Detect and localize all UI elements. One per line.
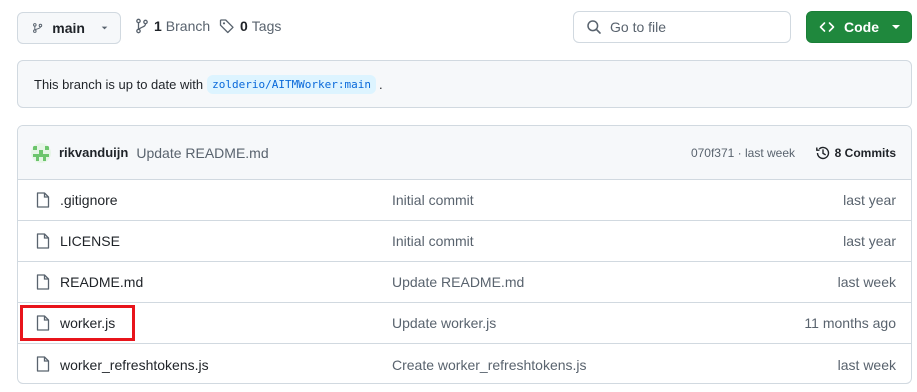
branch-name: main: [52, 20, 85, 36]
code-button[interactable]: Code: [806, 11, 912, 43]
commit-author[interactable]: rikvanduijn: [59, 145, 128, 160]
highlight-annotation-box: [20, 305, 135, 341]
git-branch-icon: [136, 18, 148, 34]
file-name-link[interactable]: LICENSE: [60, 233, 120, 249]
file-commit-message[interactable]: Initial commit: [392, 192, 474, 208]
branch-status-notice: This branch is up to date with zolderio/…: [17, 60, 912, 108]
caret-down-icon: [892, 25, 900, 29]
commits-label: 8 Commits: [834, 145, 896, 160]
file-name-link[interactable]: .gitignore: [60, 192, 118, 208]
upstream-ref-link[interactable]: zolderio/AITMWorker:main: [207, 74, 377, 94]
commit-hash-time[interactable]: 070f371 · last week: [691, 146, 795, 160]
commit-message[interactable]: Update README.md: [136, 145, 268, 161]
table-row: worker_refreshtokens.js Create worker_re…: [18, 344, 911, 383]
file-commit-date: 11 months ago: [804, 315, 896, 331]
file-icon: [36, 274, 50, 290]
tag-count: 0: [240, 18, 248, 34]
file-icon: [36, 233, 50, 249]
code-icon: [819, 22, 835, 32]
file-commit-date: last year: [843, 233, 896, 249]
git-branch-icon: [33, 23, 43, 33]
notice-suffix: .: [379, 76, 383, 92]
file-commit-message[interactable]: Update README.md: [392, 274, 524, 290]
code-button-label: Code: [844, 19, 879, 35]
avatar[interactable]: [31, 142, 51, 163]
file-name-link[interactable]: worker_refreshtokens.js: [60, 357, 209, 373]
branches-link[interactable]: 1 Branch: [135, 18, 210, 34]
file-table: rikvanduijn Update README.md 070f371 · l…: [17, 125, 912, 384]
branch-count: 1: [154, 18, 162, 34]
latest-commit-bar: rikvanduijn Update README.md 070f371 · l…: [18, 126, 911, 180]
file-commit-message[interactable]: Update worker.js: [392, 315, 496, 331]
caret-down-icon: [101, 26, 108, 30]
notice-text: This branch is up to date with: [34, 76, 204, 92]
tag-icon: [219, 19, 234, 34]
table-row: worker.js Update worker.js 11 months ago: [18, 303, 911, 344]
branch-label: Branch: [165, 18, 211, 34]
tags-link[interactable]: 0 Tags: [219, 18, 281, 34]
branch-selector-button[interactable]: main: [17, 12, 121, 44]
file-icon: [36, 192, 50, 208]
file-icon: [36, 356, 50, 372]
go-to-file-search[interactable]: [573, 11, 791, 43]
search-icon: [587, 20, 601, 34]
file-name-link[interactable]: README.md: [60, 274, 143, 290]
file-commit-date: last year: [843, 192, 896, 208]
table-row: LICENSE Initial commit last year: [18, 221, 911, 262]
file-commit-date: last week: [837, 356, 896, 373]
history-icon: [815, 146, 829, 159]
table-row: .gitignore Initial commit last year: [18, 180, 911, 221]
table-row: README.md Update README.md last week: [18, 262, 911, 303]
file-commit-date: last week: [837, 274, 896, 290]
go-to-file-input[interactable]: [610, 19, 780, 35]
commits-history-link[interactable]: 8 Commits: [815, 145, 896, 161]
tag-label: Tags: [251, 18, 282, 34]
file-commit-message[interactable]: Initial commit: [392, 233, 474, 249]
file-commit-message[interactable]: Create worker_refreshtokens.js: [392, 357, 587, 373]
